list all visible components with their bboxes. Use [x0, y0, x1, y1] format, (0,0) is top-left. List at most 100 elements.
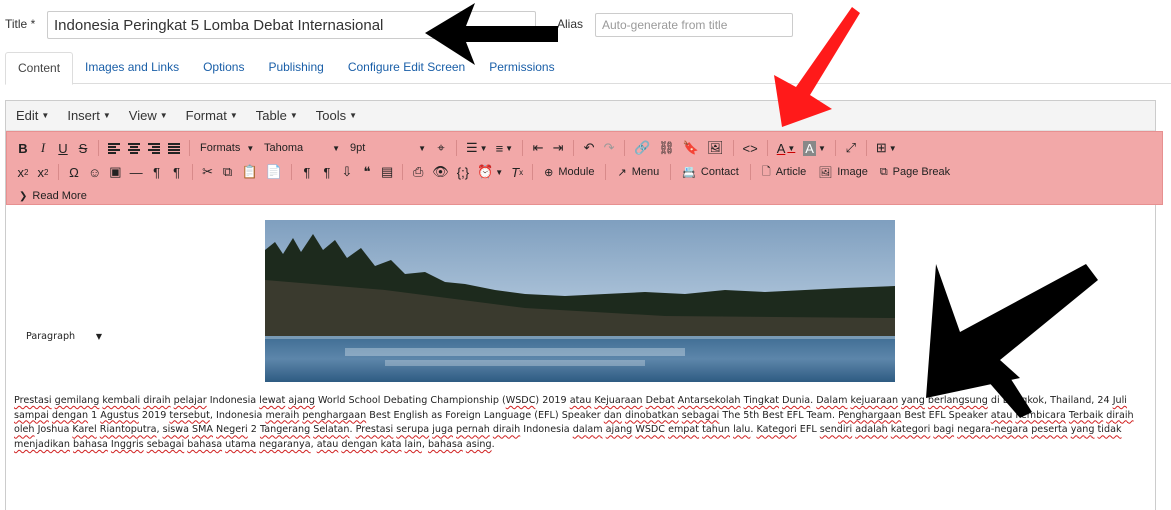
misspelled-word: Penghargaan — [838, 409, 902, 421]
tab-publishing[interactable]: Publishing — [256, 52, 335, 84]
misspelled-word: serupa — [396, 424, 430, 436]
menu-edit[interactable]: Edit ▼ — [16, 108, 49, 123]
tab-options[interactable]: Options — [191, 52, 256, 84]
text-color-icon[interactable]: A ▼ — [773, 137, 800, 159]
paste-text-icon[interactable]: 📄 — [262, 161, 286, 183]
underline-icon[interactable]: U — [53, 137, 73, 159]
special-character-icon[interactable]: Ω — [64, 161, 84, 183]
source-code-icon[interactable]: <> — [739, 137, 762, 159]
ltr-icon[interactable]: ¶ — [147, 161, 167, 183]
editor-content-area[interactable]: Prestasi gemilang kembali diraih pelajar… — [6, 205, 1156, 505]
rtl-icon[interactable]: ¶ — [167, 161, 187, 183]
misspelled-word: Agustus — [100, 409, 139, 421]
misspelled-word: juga — [432, 424, 453, 436]
menu-insert[interactable]: Insert ▼ — [67, 108, 110, 123]
insert-datetime-icon[interactable]: ⏰ ▼ — [473, 161, 507, 183]
toolbar-separator — [402, 164, 404, 180]
preview-icon[interactable]: 👁 — [428, 161, 453, 183]
menu-table[interactable]: Table ▼ — [256, 108, 298, 123]
toolbar-separator — [670, 164, 672, 180]
horizontal-rule-icon[interactable]: — — [126, 161, 147, 183]
menu-view[interactable]: View ▼ — [129, 108, 168, 123]
bullet-list-icon[interactable]: ☰ ▼ — [462, 137, 492, 159]
misspelled-word: sebagai — [681, 409, 720, 421]
toolbar-separator — [605, 164, 607, 180]
read-more-button[interactable]: ❯ Read More — [13, 185, 93, 207]
table-icon[interactable]: ⊞ ▼ — [872, 137, 901, 159]
article-body-paragraph[interactable]: Prestasi gemilang kembali diraih pelajar… — [14, 394, 1144, 453]
misspelled-word: pernah — [456, 424, 490, 436]
visual-chars-icon[interactable]: ¶ — [297, 161, 317, 183]
title-input[interactable] — [47, 11, 536, 39]
cut-icon[interactable]: ✂ — [198, 161, 218, 183]
undo-icon[interactable]: ↶ — [579, 137, 599, 159]
title-label: Title * — [5, 17, 36, 31]
tab-permissions[interactable]: Permissions — [477, 52, 566, 84]
binoculars-icon[interactable]: ⌖ — [431, 137, 451, 159]
misspelled-word: negaranya — [259, 439, 311, 451]
menu-tools[interactable]: Tools ▼ — [316, 108, 357, 123]
media-icon[interactable]: ▣ — [105, 161, 125, 183]
tab-images-and-links[interactable]: Images and Links — [73, 52, 191, 84]
misspelled-word: dinobatkan — [624, 409, 679, 421]
lake-landscape-image[interactable] — [265, 220, 895, 382]
misspelled-word: utama — [225, 439, 257, 451]
address-book-icon: 📇 — [682, 166, 696, 179]
misspelled-word: oleh — [14, 424, 35, 436]
font-family-dropdown[interactable]: Tahoma ▼ — [259, 137, 345, 159]
indent-icon[interactable]: ⇥ — [548, 137, 568, 159]
bookmark-icon[interactable]: 🔖 — [679, 137, 703, 159]
bold-icon[interactable]: B — [13, 137, 33, 159]
font-size-dropdown[interactable]: 9pt ▼ — [345, 137, 431, 159]
italic-icon[interactable]: I — [33, 137, 53, 159]
paste-icon[interactable]: 📋 — [238, 161, 262, 183]
menu-button[interactable]: ↗ Menu — [611, 161, 665, 183]
image-button[interactable]: 🖼 Image — [812, 161, 874, 183]
visual-blocks-icon[interactable]: ¶ — [317, 161, 337, 183]
file-add-icon: 🗋 — [761, 165, 771, 178]
clear-formatting-icon[interactable]: Tx — [507, 161, 527, 183]
misspelled-word: dengan — [51, 409, 89, 421]
menu-format[interactable]: Format ▼ — [186, 108, 238, 123]
outdent-icon[interactable]: ⇤ — [528, 137, 548, 159]
align-left-icon[interactable] — [104, 137, 124, 159]
article-button[interactable]: 🗋 Article — [756, 161, 812, 183]
code-sample-icon[interactable]: ▤ — [377, 161, 397, 183]
image-icon[interactable]: 🖼 — [703, 137, 728, 159]
tab-configure-edit-screen[interactable]: Configure Edit Screen — [336, 52, 477, 84]
formats-dropdown[interactable]: Formats ▼ — [195, 137, 259, 159]
numbered-list-icon[interactable]: ≡ ▼ — [492, 137, 518, 159]
misspelled-word: dengan — [341, 439, 378, 451]
align-right-icon[interactable] — [144, 137, 164, 159]
misspelled-word: Tangerang — [259, 424, 311, 436]
toolbar-row-2: x2 x2 Ω ☺ ▣ — ¶ ¶ ✂ ⧉ 📋 📄 ¶ ¶ ⇩ ❝ ▤ ⎙ 👁 … — [13, 161, 956, 183]
copy-page-icon: ⧉ — [879, 165, 888, 178]
copy-icon[interactable]: ⧉ — [218, 161, 238, 183]
page-break-button[interactable]: ⧉ Page Break — [874, 161, 956, 183]
align-justify-icon[interactable] — [164, 137, 184, 159]
misspelled-word: dan — [603, 409, 622, 421]
blockquote-icon[interactable]: ❝ — [357, 161, 377, 183]
misspelled-word: Riantoputra — [99, 424, 157, 436]
background-color-icon[interactable]: A ▼ — [799, 137, 830, 159]
misspelled-word: tidak — [1097, 424, 1122, 436]
align-center-icon[interactable] — [124, 137, 144, 159]
link-icon[interactable]: 🔗 — [630, 137, 654, 159]
template-icon[interactable]: ⇩ — [337, 161, 357, 183]
contact-button[interactable]: 📇 Contact — [676, 161, 745, 183]
alias-input[interactable] — [595, 13, 793, 37]
misspelled-word: Dunia — [782, 395, 811, 406]
emoticon-icon[interactable]: ☺ — [84, 161, 105, 183]
fullscreen-icon[interactable]: ⤢ — [841, 137, 861, 159]
misspelled-word: bahasa — [427, 439, 463, 451]
module-button[interactable]: ⊕ Module — [538, 161, 600, 183]
unlink-icon[interactable]: ⛓ — [654, 137, 679, 159]
superscript-icon[interactable]: x2 — [33, 161, 53, 183]
redo-icon[interactable]: ↷ — [599, 137, 619, 159]
tab-content[interactable]: Content — [5, 52, 74, 85]
strikethrough-icon[interactable]: S — [73, 137, 93, 159]
print-icon[interactable]: ⎙ — [408, 161, 428, 183]
subscript-icon[interactable]: x2 — [13, 161, 33, 183]
misspelled-word: ajang — [605, 424, 633, 436]
code-icon[interactable]: {;} — [453, 161, 473, 183]
